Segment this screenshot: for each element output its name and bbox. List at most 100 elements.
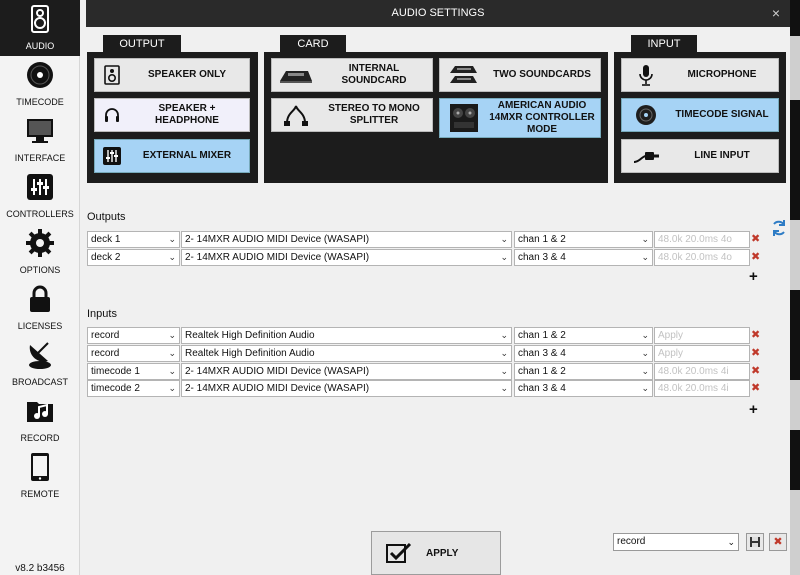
splitter-cable-icon bbox=[272, 99, 320, 131]
card-option-stereo-to-mono-splitter[interactable]: STEREO TO MONO SPLITTER bbox=[271, 98, 433, 132]
sidebar: AUDIO TIMECODE INTERFACE CONTROLLERS OPT… bbox=[0, 0, 80, 575]
soundcard-icon bbox=[272, 59, 320, 91]
two-soundcards-icon bbox=[440, 59, 488, 91]
card-option-two-soundcards[interactable]: TWO SOUNDCARDS bbox=[439, 58, 601, 92]
input-name-select[interactable]: record ⌄ bbox=[87, 327, 180, 344]
sidebar-item-options[interactable]: OPTIONS bbox=[0, 224, 80, 280]
delete-row-icon[interactable]: ✖ bbox=[751, 381, 760, 394]
chevron-down-icon: ⌄ bbox=[168, 252, 176, 262]
sidebar-item-remote[interactable]: REMOTE bbox=[0, 448, 80, 504]
output-channel-select[interactable]: chan 1 & 2 ⌄ bbox=[514, 231, 653, 248]
apply-label: APPLY bbox=[426, 547, 459, 559]
chevron-down-icon: ⌄ bbox=[168, 234, 176, 244]
sliders-icon bbox=[27, 174, 53, 200]
output-option-speaker-headphone[interactable]: SPEAKER + HEADPHONE bbox=[94, 98, 250, 132]
chevron-down-icon: ⌄ bbox=[500, 383, 508, 393]
group-label-output: OUTPUT bbox=[103, 35, 181, 53]
sidebar-item-broadcast[interactable]: BROADCAST bbox=[0, 336, 80, 392]
output-device-select[interactable]: 2- 14MXR AUDIO MIDI Device (WASAPI) ⌄ bbox=[181, 231, 512, 248]
input-channel-select[interactable]: chan 1 & 2 ⌄ bbox=[514, 327, 653, 344]
sidebar-item-timecode[interactable]: TIMECODE bbox=[0, 56, 80, 112]
save-preset-button[interactable] bbox=[746, 533, 764, 551]
card-option-american-audio-14mxr[interactable]: AMERICAN AUDIO 14MXR CONTROLLER MODE bbox=[439, 98, 601, 138]
option-label: INTERNAL SOUNDCARD bbox=[341, 63, 407, 86]
sidebar-item-label: BROADCAST bbox=[11, 377, 68, 387]
delete-row-icon[interactable]: ✖ bbox=[751, 232, 760, 245]
sidebar-item-audio[interactable]: AUDIO bbox=[0, 0, 80, 56]
music-folder-icon bbox=[27, 402, 53, 422]
group-label-input: INPUT bbox=[631, 35, 697, 53]
jack-cable-icon bbox=[622, 140, 670, 172]
floppy-disk-icon bbox=[750, 537, 760, 547]
option-label: TIMECODE SIGNAL bbox=[675, 109, 769, 120]
input-status: 48.0k 20.0ms 4i bbox=[654, 363, 750, 380]
delete-row-icon[interactable]: ✖ bbox=[751, 364, 760, 377]
output-device-select[interactable]: 2- 14MXR AUDIO MIDI Device (WASAPI) ⌄ bbox=[181, 249, 512, 266]
chevron-down-icon: ⌄ bbox=[500, 366, 508, 376]
satellite-icon bbox=[29, 342, 51, 369]
input-channel-select[interactable]: chan 3 & 4 ⌄ bbox=[514, 380, 653, 397]
card-option-internal-soundcard[interactable]: INTERNAL SOUNDCARD bbox=[271, 58, 433, 92]
add-input-button[interactable]: + bbox=[749, 401, 758, 418]
speaker-icon bbox=[95, 59, 129, 91]
option-label: EXTERNAL MIXER bbox=[142, 150, 232, 161]
headphone-icon bbox=[95, 99, 129, 131]
option-label: MICROPHONE bbox=[687, 69, 757, 80]
speaker-icon bbox=[31, 5, 49, 33]
vinyl-icon bbox=[622, 99, 670, 131]
input-option-line-input[interactable]: LINE INPUT bbox=[621, 139, 779, 173]
chevron-down-icon: ⌄ bbox=[500, 234, 508, 244]
input-channel-select[interactable]: chan 1 & 2 ⌄ bbox=[514, 363, 653, 380]
input-name-select[interactable]: timecode 1 ⌄ bbox=[87, 363, 180, 380]
chevron-down-icon: ⌄ bbox=[500, 252, 508, 262]
outputs-section-label: Outputs bbox=[87, 211, 126, 223]
background-window-strip bbox=[790, 0, 800, 575]
sidebar-item-record[interactable]: RECORD bbox=[0, 392, 80, 448]
delete-row-icon[interactable]: ✖ bbox=[751, 250, 760, 263]
apply-button[interactable]: APPLY bbox=[371, 531, 501, 575]
input-device-select[interactable]: 2- 14MXR AUDIO MIDI Device (WASAPI) ⌄ bbox=[181, 363, 512, 380]
add-output-button[interactable]: + bbox=[749, 268, 758, 285]
sidebar-item-label: AUDIO bbox=[25, 41, 55, 51]
input-name-select[interactable]: timecode 2 ⌄ bbox=[87, 380, 180, 397]
output-option-external-mixer[interactable]: EXTERNAL MIXER bbox=[94, 139, 250, 173]
delete-row-icon[interactable]: ✖ bbox=[751, 346, 760, 359]
sidebar-item-label: CONTROLLERS bbox=[6, 209, 74, 219]
output-option-speaker-only[interactable]: SPEAKER ONLY bbox=[94, 58, 250, 92]
sidebar-item-label: RECORD bbox=[20, 433, 60, 443]
option-label: TWO SOUNDCARDS bbox=[493, 69, 591, 80]
output-name-select[interactable]: deck 2 ⌄ bbox=[87, 249, 180, 266]
title-bar: AUDIO SETTINGS × bbox=[86, 0, 790, 27]
input-option-timecode-signal[interactable]: TIMECODE SIGNAL bbox=[621, 98, 779, 132]
chevron-down-icon: ⌄ bbox=[727, 537, 735, 547]
close-button[interactable]: × bbox=[772, 5, 780, 21]
input-option-microphone[interactable]: MICROPHONE bbox=[621, 58, 779, 92]
input-status: Apply bbox=[654, 345, 750, 362]
input-name-select[interactable]: record ⌄ bbox=[87, 345, 180, 362]
output-name-select[interactable]: deck 1 ⌄ bbox=[87, 231, 180, 248]
input-channel-select[interactable]: chan 3 & 4 ⌄ bbox=[514, 345, 653, 362]
chevron-down-icon: ⌄ bbox=[641, 252, 649, 262]
mixer-icon bbox=[95, 140, 129, 172]
chevron-down-icon: ⌄ bbox=[500, 330, 508, 340]
preset-select[interactable]: record ⌄ bbox=[613, 533, 739, 551]
refresh-icon[interactable] bbox=[771, 219, 787, 237]
option-label: AMERICAN AUDIO 14MXR CONTROLLER MODE bbox=[489, 100, 595, 135]
input-device-select[interactable]: Realtek High Definition Audio ⌄ bbox=[181, 345, 512, 362]
delete-row-icon[interactable]: ✖ bbox=[751, 328, 760, 341]
sidebar-item-interface[interactable]: INTERFACE bbox=[0, 112, 80, 168]
sidebar-item-licenses[interactable]: LICENSES bbox=[0, 280, 80, 336]
option-label: LINE INPUT bbox=[694, 150, 750, 161]
chevron-down-icon: ⌄ bbox=[168, 330, 176, 340]
input-device-select[interactable]: Realtek High Definition Audio ⌄ bbox=[181, 327, 512, 344]
gear-icon bbox=[26, 229, 54, 257]
input-status: 48.0k 20.0ms 4i bbox=[654, 380, 750, 397]
output-status: 48.0k 20.0ms 4o bbox=[654, 231, 750, 248]
option-label: SPEAKER ONLY bbox=[148, 69, 226, 80]
delete-preset-button[interactable]: ✖ bbox=[769, 533, 787, 551]
output-channel-select[interactable]: chan 3 & 4 ⌄ bbox=[514, 249, 653, 266]
input-device-select[interactable]: 2- 14MXR AUDIO MIDI Device (WASAPI) ⌄ bbox=[181, 380, 512, 397]
sidebar-item-controllers[interactable]: CONTROLLERS bbox=[0, 168, 80, 224]
vinyl-icon bbox=[27, 62, 53, 88]
chevron-down-icon: ⌄ bbox=[500, 348, 508, 358]
